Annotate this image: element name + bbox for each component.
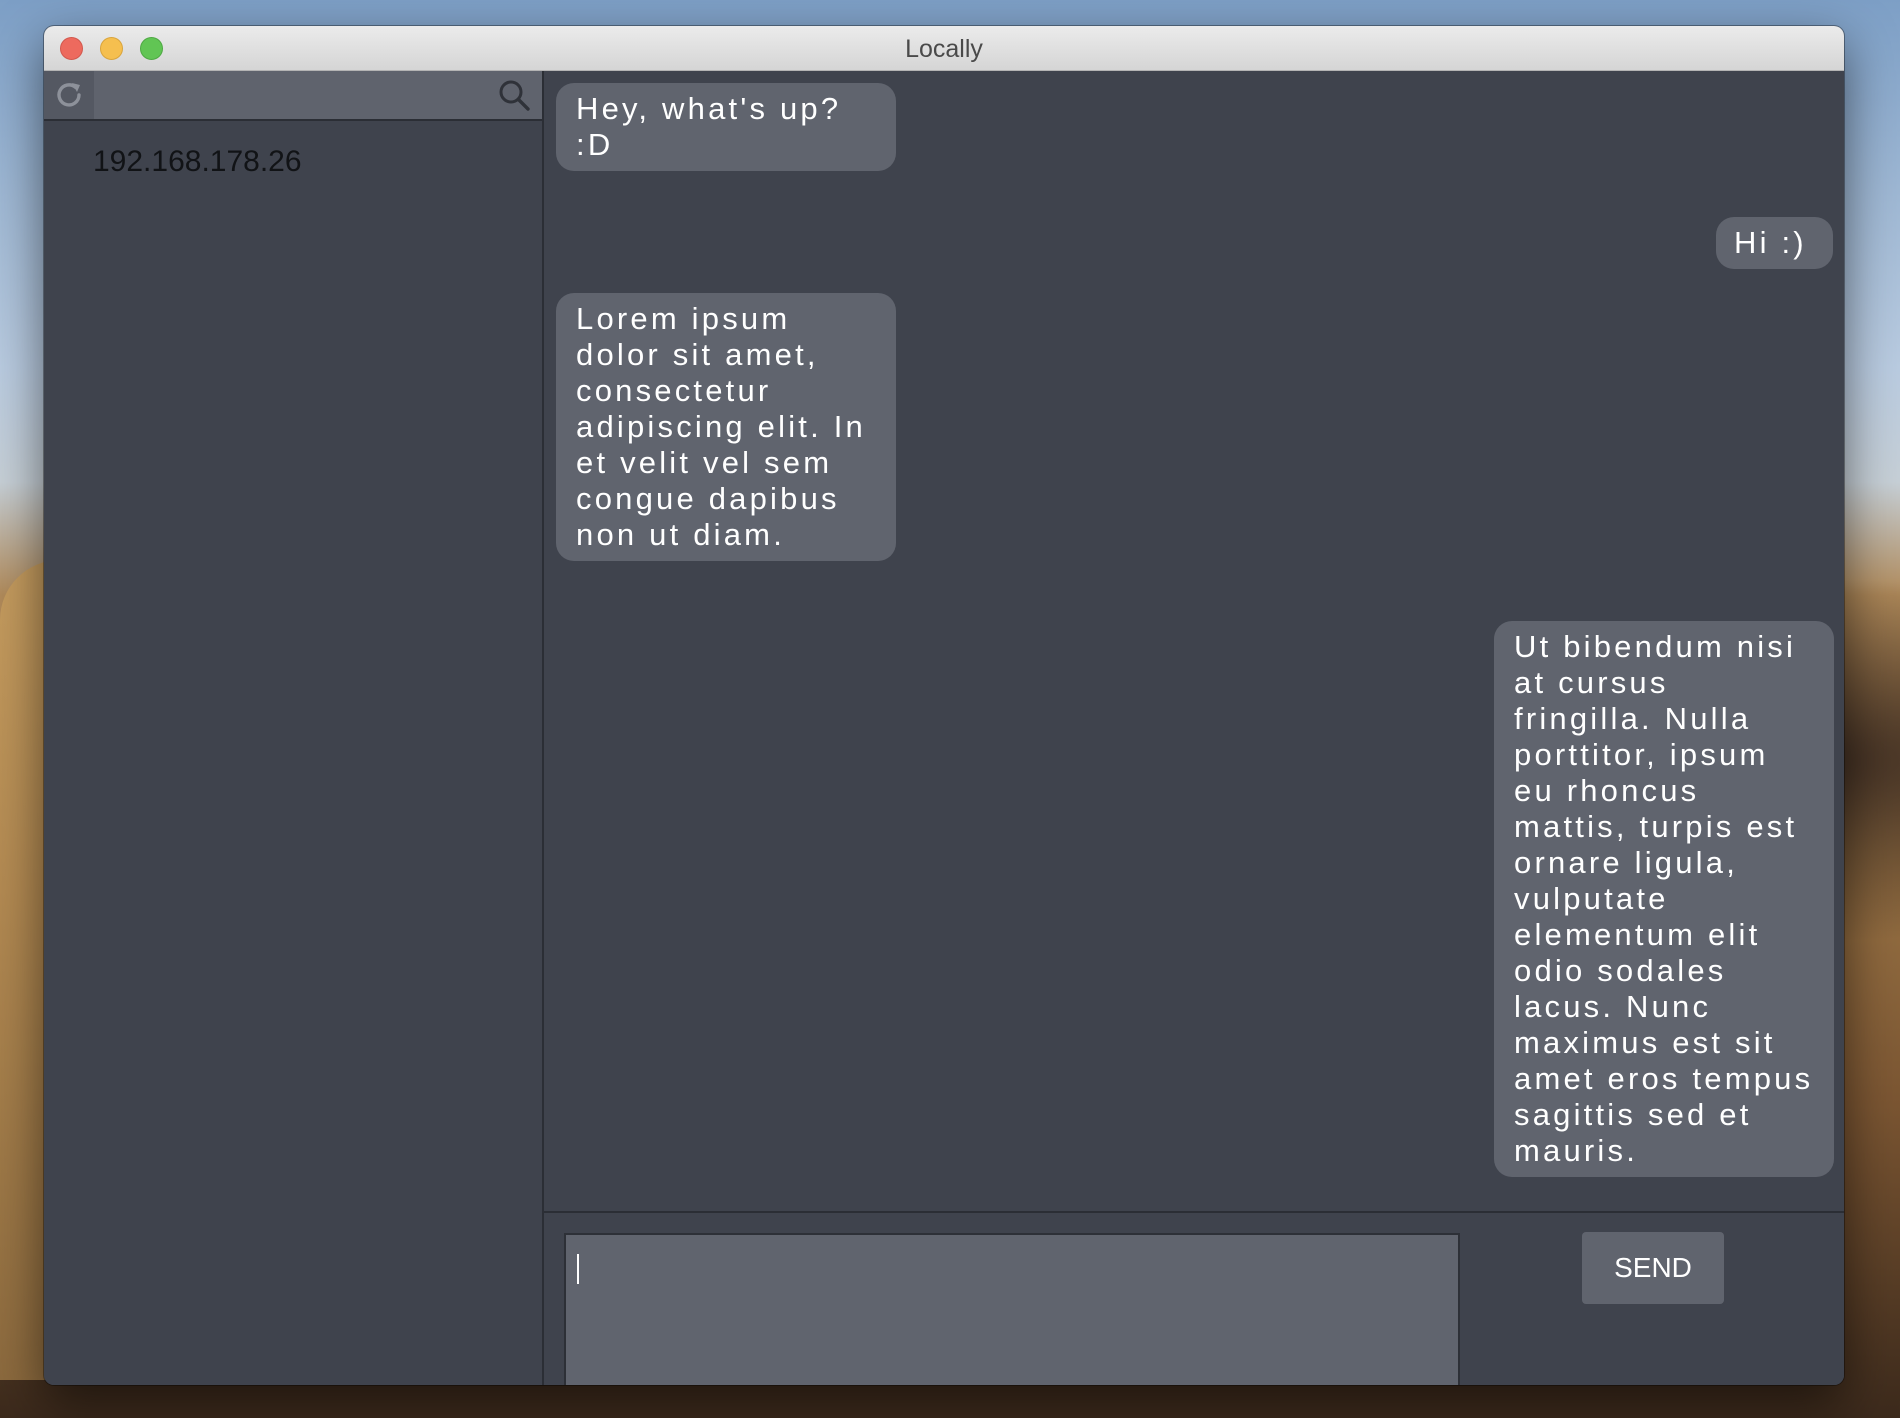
peer-list: 192.168.178.26 <box>44 121 542 203</box>
search-input[interactable] <box>94 71 484 119</box>
received-message-bubble: Lorem ipsum dolor sit amet, consectetur … <box>556 293 896 561</box>
refresh-button[interactable] <box>44 71 94 119</box>
chat-pane: Hey, what's up? :D Hi :) Lorem ipsum dol… <box>544 71 1844 1385</box>
search-icon <box>499 80 530 111</box>
text-caret <box>577 1254 579 1284</box>
message-composer: SEND <box>544 1211 1844 1385</box>
sent-message-bubble: Hi :) <box>1716 217 1833 269</box>
received-message-bubble: Hey, what's up? :D <box>556 83 896 171</box>
sidebar-toolbar <box>44 71 542 121</box>
app-window: Locally 192.168.178.26 Hey, what's up? :… <box>44 26 1844 1385</box>
title-bar[interactable]: Locally <box>44 26 1844 71</box>
refresh-icon <box>57 83 81 107</box>
window-title: Locally <box>905 35 983 63</box>
message-input[interactable] <box>564 1233 1460 1385</box>
send-button[interactable]: SEND <box>1582 1232 1724 1304</box>
sent-message-bubble: Ut bibendum nisi at cursus fringilla. Nu… <box>1494 621 1834 1177</box>
peer-list-item[interactable]: 192.168.178.26 <box>44 121 542 203</box>
peer-sidebar: 192.168.178.26 <box>44 71 544 1385</box>
search-button[interactable] <box>490 71 538 119</box>
